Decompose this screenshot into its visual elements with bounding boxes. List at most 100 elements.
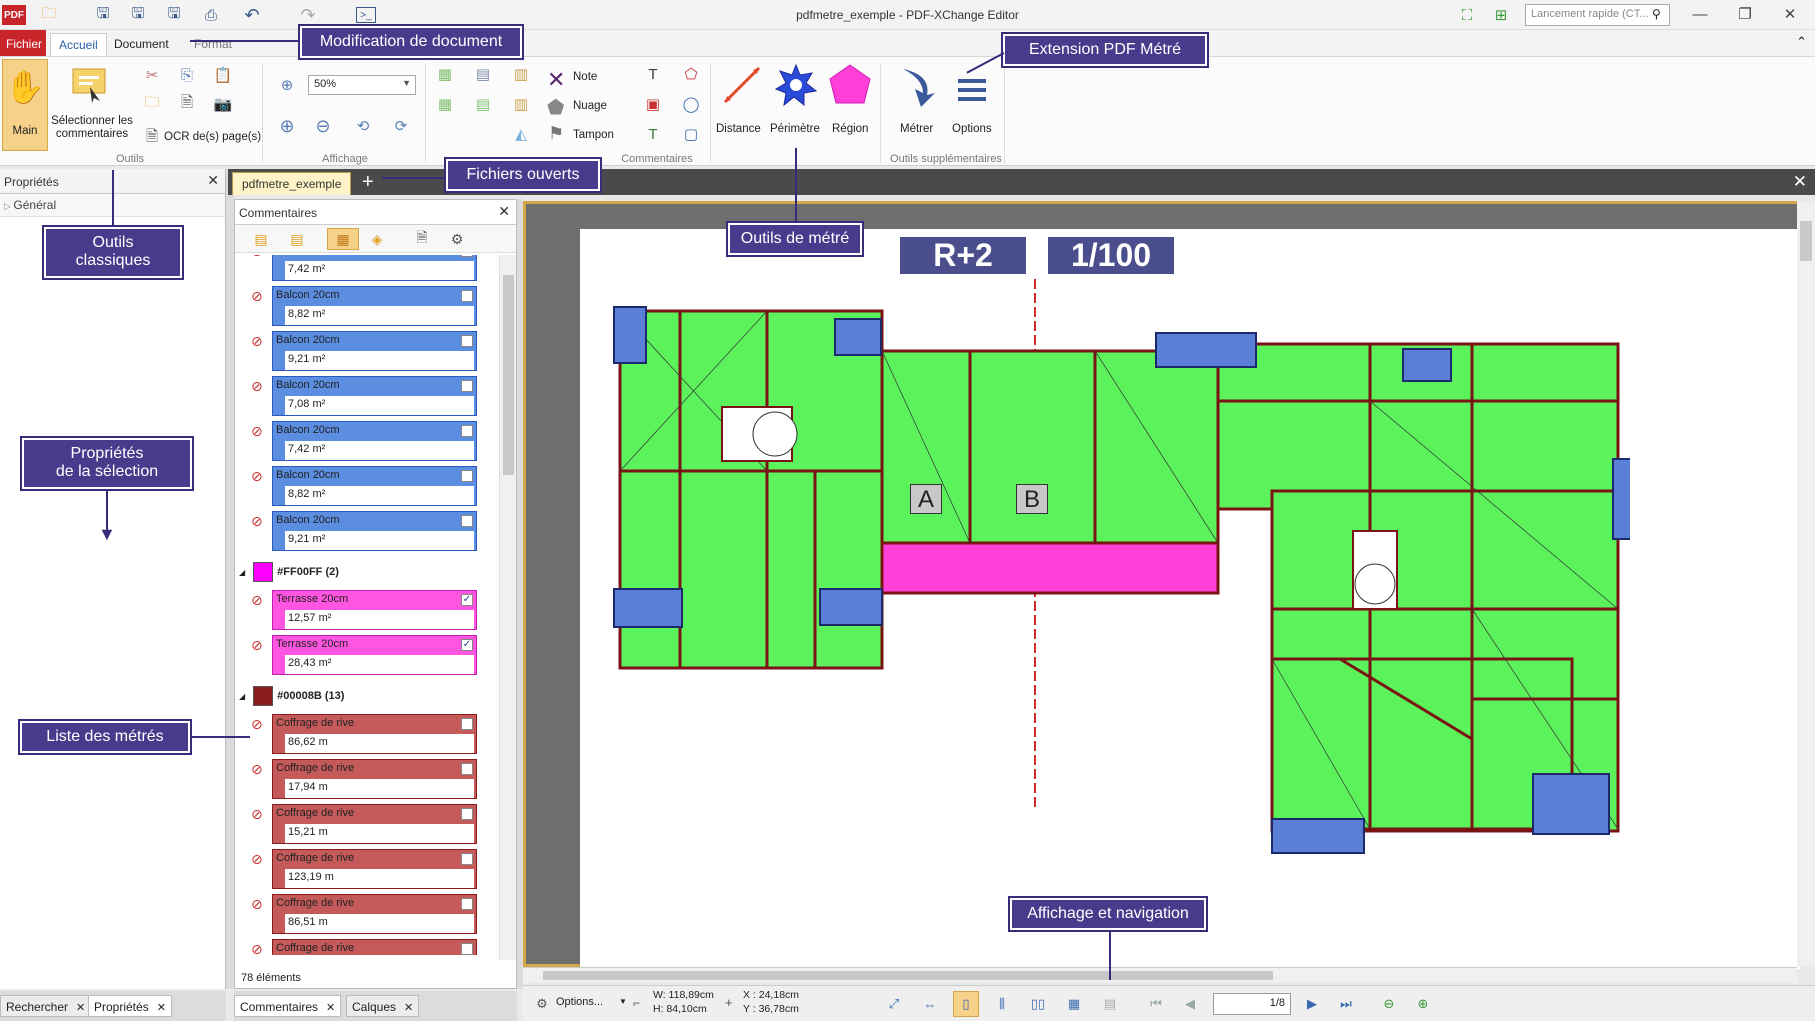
list-item[interactable]: ⊘ Coffrage de rive 123,19 m — [251, 849, 498, 893]
tab-fichier[interactable]: Fichier — [0, 30, 46, 56]
comment-checkbox[interactable] — [461, 718, 473, 730]
rotate-right-icon[interactable]: ⟳ — [390, 115, 412, 137]
perimeter-icon[interactable] — [774, 63, 818, 107]
oval-icon[interactable]: ◯ — [680, 93, 702, 115]
chevron-down-icon[interactable]: ◢ — [239, 568, 245, 577]
back-icon[interactable]: ⊖ — [1378, 993, 1400, 1015]
filter-icon[interactable]: ▦ — [327, 228, 359, 250]
two-page-icon[interactable]: ▯▯ — [1027, 993, 1049, 1015]
floor-plan[interactable] — [580, 229, 1630, 969]
quick-launch-input[interactable]: Lancement rapide (CT... — [1525, 4, 1670, 26]
comment-checkbox[interactable] — [461, 470, 473, 482]
summary-icon[interactable]: 🗎 — [410, 228, 434, 250]
comment-checkbox[interactable] — [461, 943, 473, 955]
close-icon[interactable]: ✕ — [326, 1002, 335, 1014]
tab-commentaires[interactable]: Commentaires ✕ — [234, 995, 342, 1017]
tab-proprietes[interactable]: Propriétés ✕ — [88, 995, 172, 1017]
comment-card[interactable]: Coffrage de rive 15,21 m — [272, 804, 477, 844]
close-icon[interactable]: ✕ — [76, 1002, 85, 1014]
save-as-icon[interactable]: 🖫 — [127, 5, 149, 25]
scrollbar-thumb[interactable] — [543, 971, 1273, 980]
close-document-icon[interactable]: ✕ — [1793, 172, 1807, 192]
tab-document[interactable]: Document — [106, 33, 177, 56]
list-item[interactable]: ⊘ Coffrage de rive17,94 m — [251, 939, 498, 955]
region-label[interactable]: Région — [832, 123, 868, 135]
tampon-label[interactable]: Tampon — [573, 129, 614, 141]
collapse-ribbon-icon[interactable]: ⌃ — [1796, 34, 1807, 50]
metrer-label[interactable]: Métrer — [900, 123, 933, 135]
snapshot-icon[interactable]: 📷 — [212, 93, 234, 115]
fit-page-icon[interactable]: ⤢ — [883, 993, 905, 1015]
last-page-icon[interactable]: ⏭ — [1335, 993, 1357, 1015]
new-window-icon[interactable]: ⊞ — [1490, 5, 1512, 25]
list-item[interactable]: ⊘ Balcon 20cm 9,21 m² — [251, 331, 498, 375]
comment-checkbox[interactable] — [461, 290, 473, 302]
crop-page-icon[interactable]: ▥ — [510, 93, 532, 115]
comment-card[interactable]: Balcon 20cm 7,08 m² — [272, 376, 477, 416]
nuage-label[interactable]: Nuage — [573, 100, 607, 112]
comment-card[interactable]: Coffrage de rive 17,94 m — [272, 759, 477, 799]
callout-icon[interactable]: ▣ — [642, 93, 664, 115]
comment-list-scrollbar[interactable] — [499, 255, 516, 960]
zoom-plus-icon[interactable]: ⊕ — [276, 115, 298, 137]
options-label[interactable]: Options — [952, 123, 992, 135]
tab-calques[interactable]: Calques ✕ — [346, 995, 420, 1017]
comment-checkbox[interactable]: ✓ — [461, 639, 473, 651]
comment-checkbox[interactable] — [461, 425, 473, 437]
metrer-icon[interactable] — [895, 65, 939, 109]
rotate-left-icon[interactable]: ⟲ — [352, 115, 374, 137]
horizontal-scrollbar[interactable] — [523, 967, 1797, 983]
list-item[interactable]: ⊘ Terrasse 20cm ✓ 12,57 m² — [251, 590, 498, 634]
page-number-input[interactable]: 1/8 — [1213, 993, 1291, 1015]
comment-card[interactable]: Balcon 20cm 8,82 m² — [272, 286, 477, 326]
tab-format[interactable]: Format — [186, 33, 240, 56]
cloud-icon[interactable]: ⬟ — [547, 95, 564, 120]
previous-page-icon[interactable]: ◀ — [1179, 993, 1201, 1015]
extract-page-icon[interactable]: ▤ — [472, 63, 494, 85]
move-page-icon[interactable]: ▥ — [510, 63, 532, 85]
single-page-icon[interactable]: ▯ — [953, 991, 979, 1017]
zoom-in-icon[interactable]: ⊕ — [276, 74, 298, 96]
vertical-scrollbar[interactable] — [1797, 201, 1815, 967]
cut-icon[interactable]: ✂ — [141, 64, 163, 86]
save-copy-icon[interactable]: 🖫 — [163, 5, 185, 25]
list-item[interactable]: ⊘ Coffrage de rive 15,21 m — [251, 804, 498, 848]
sort-icon[interactable]: ◈ — [365, 228, 389, 250]
close-icon[interactable]: ✕ — [157, 1002, 166, 1014]
region-icon[interactable] — [828, 63, 872, 107]
comment-checkbox[interactable] — [461, 853, 473, 865]
comment-card[interactable]: Balcon 20cm 8,82 m² — [272, 466, 477, 506]
list-item[interactable]: ⊘ Balcon 20cm 8,82 m² — [251, 466, 498, 510]
document-tab-pdfmetre[interactable]: pdfmetre_exemple — [232, 172, 352, 195]
comment-checkbox[interactable] — [461, 255, 473, 257]
list-item[interactable]: ⊘ Balcon 20cm 9,21 m² — [251, 511, 498, 555]
save-icon[interactable]: 🖫 — [92, 5, 114, 25]
tab-rechercher[interactable]: Rechercher ✕ — [0, 995, 92, 1017]
document-properties-icon[interactable]: 🗎 — [176, 93, 198, 115]
distance-label[interactable]: Distance — [716, 123, 761, 135]
close-icon[interactable]: ✕ — [404, 1002, 413, 1014]
comment-card[interactable]: Terrasse 20cm ✓ 28,43 m² — [272, 635, 477, 675]
close-icon[interactable]: ✕ — [207, 172, 219, 189]
forward-icon[interactable]: ⊕ — [1412, 993, 1434, 1015]
perimetre-label[interactable]: Périmètre — [770, 123, 820, 135]
close-icon[interactable]: ✕ — [498, 203, 510, 220]
chevron-down-icon[interactable]: ◢ — [239, 692, 245, 701]
comment-checkbox[interactable] — [461, 380, 473, 392]
comment-checkbox[interactable] — [461, 898, 473, 910]
hand-tool-button[interactable]: ✋ — [2, 59, 48, 151]
terminal-icon[interactable]: >_ — [356, 7, 376, 23]
comment-checkbox[interactable] — [461, 808, 473, 820]
open-file-icon[interactable]: 🗀 — [141, 93, 163, 115]
document-viewer[interactable]: R+2 1/100 A B — [523, 201, 1800, 969]
scrollbar-thumb[interactable] — [503, 275, 514, 475]
list-item[interactable]: ⊘ Terrasse 20cm ✓ 28,43 m² — [251, 635, 498, 679]
comment-card[interactable]: Balcon 20cm 7,42 m² — [272, 421, 477, 461]
watermark-icon[interactable]: ◭ — [510, 123, 532, 145]
replace-page-icon[interactable]: ▤ — [472, 93, 494, 115]
copy-icon[interactable]: ⎘ — [176, 64, 198, 86]
comment-checkbox[interactable] — [461, 335, 473, 347]
scrollbar-thumb[interactable] — [1800, 221, 1812, 261]
redo-icon[interactable]: ↷ — [297, 5, 319, 25]
comment-checkbox[interactable] — [461, 763, 473, 775]
